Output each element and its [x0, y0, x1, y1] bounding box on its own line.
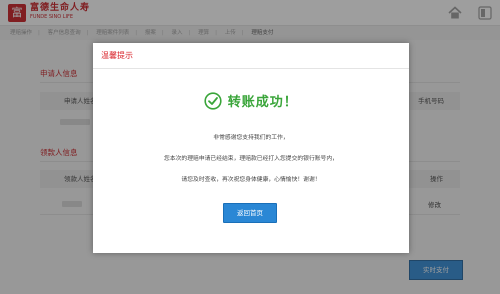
check-circle-icon — [204, 91, 222, 110]
dialog-message-1: 非常感谢您支持我们的工作， — [213, 135, 289, 141]
success-text: 转账成功！ — [227, 95, 298, 110]
dialog-title: 温馨提示 — [101, 51, 133, 60]
dialog-header: 温馨提示 — [93, 43, 409, 69]
success-row: 转账成功！ — [93, 91, 409, 110]
dialog-message-2: 您本次的理赔申请已经结束，理赔款已经打入您提交的银行账号内， — [164, 156, 338, 162]
dialog-message-3: 请您及时查收，再次祝您身体健康，心情愉快！谢谢！ — [181, 177, 321, 183]
success-dialog: 温馨提示 转账成功！ 非常感谢您支持我们的工作， 您本次的理赔申请已经结束，理赔… — [93, 43, 409, 253]
back-home-button[interactable]: 返回首页 — [223, 203, 277, 223]
